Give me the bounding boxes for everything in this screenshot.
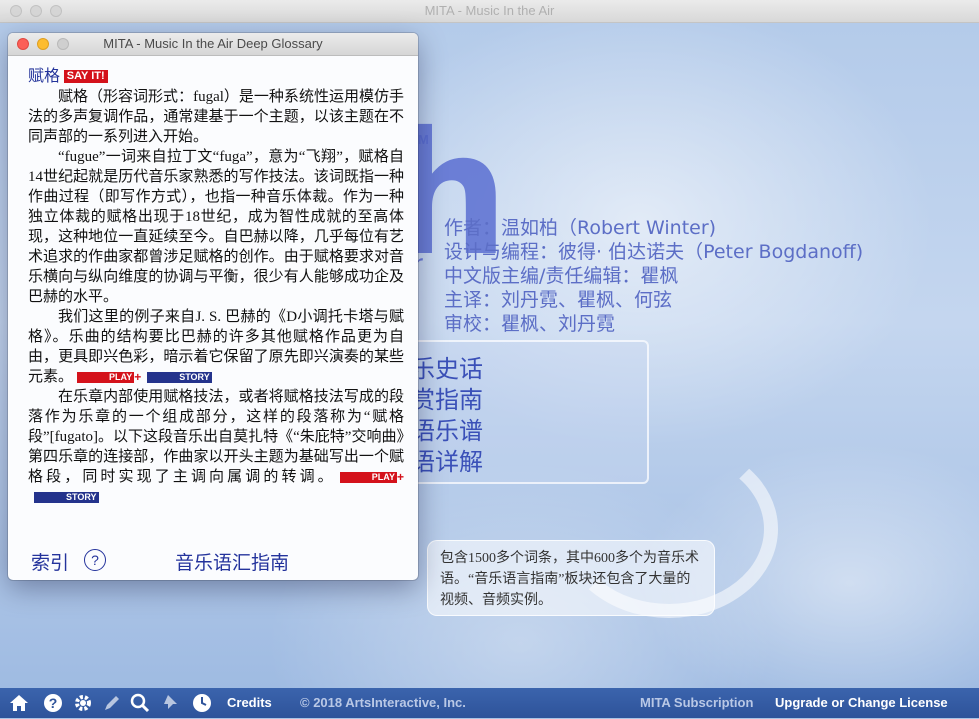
story-button[interactable]: STORY: [34, 492, 99, 503]
play-button[interactable]: PLAY: [77, 372, 135, 383]
menu-item-history[interactable]: 乐史话: [411, 354, 489, 385]
bottom-toolbar: ? Credits © 2018 ArtsInteractive, Inc. M…: [0, 688, 979, 718]
main-window-title: MITA - Music In the Air: [424, 3, 555, 18]
help-button[interactable]: ?: [84, 549, 106, 571]
glossary-minimize-button[interactable]: [37, 38, 49, 50]
music-vocabulary-guide-link[interactable]: 音乐语汇指南: [175, 548, 289, 575]
menu-item-glossary[interactable]: 语详解: [411, 447, 489, 478]
zoom-window-button[interactable]: [50, 5, 62, 17]
glossary-titlebar: MITA - Music In the Air Deep Glossary: [8, 33, 418, 56]
help-icon[interactable]: ?: [42, 692, 64, 714]
minimize-window-button[interactable]: [30, 5, 42, 17]
entry-paragraph: “fugue”一词来自拉丁文“fuga”，意为“飞翔”，赋格自14世纪起就是历代…: [28, 149, 404, 305]
credit-translators: 主译：刘丹霓、瞿枫、何弦: [444, 289, 673, 311]
credit-reviewers: 审校：瞿枫、刘丹霓: [444, 313, 616, 335]
home-icon[interactable]: [8, 692, 30, 714]
close-window-button[interactable]: [10, 5, 22, 17]
index-link[interactable]: 索引: [31, 548, 69, 575]
main-menu: 乐史话 赏指南 语乐谱 语详解: [411, 354, 489, 478]
entry-paragraph: 赋格（形容词形式：fugal）是一种系统性运用模仿手法的多声复调作品，通常建基于…: [28, 89, 404, 145]
pin-icon[interactable]: [160, 692, 182, 714]
clock-icon[interactable]: [191, 692, 213, 714]
credits-link[interactable]: Credits: [227, 688, 272, 718]
copyright-text: © 2018 ArtsInteractive, Inc.: [300, 695, 466, 710]
svg-text:?: ?: [49, 695, 58, 711]
say-it-button[interactable]: SAY IT!: [63, 70, 108, 83]
glossary-close-button[interactable]: [17, 38, 29, 50]
play-plus-icon[interactable]: +: [134, 370, 141, 384]
credit-editor: 中文版主编/责任编辑：瞿枫: [444, 265, 679, 287]
main-window-titlebar: MITA - Music In the Air: [0, 0, 979, 23]
pencil-icon[interactable]: [101, 692, 123, 714]
credits-list: 作者：温如柏（Robert Winter) 设计与编程：彼得· 伯达诺夫（Pet…: [444, 216, 863, 336]
glossary-entry: 赋格 SAY IT! 赋格（形容词形式：fugal）是一种系统性运用模仿手法的多…: [28, 67, 404, 507]
play-plus-icon[interactable]: +: [397, 470, 404, 484]
entry-paragraph: 在乐章内部使用赋格技法，或者将赋格技法写成的段落作为乐章的一个组成部分，这样的段…: [28, 387, 404, 507]
glossary-window: MITA - Music In the Air Deep Glossary 赋格…: [8, 33, 418, 580]
gear-icon[interactable]: [72, 692, 94, 714]
glossary-footer: 索引 ? 音乐语汇指南: [8, 540, 418, 580]
entry-paragraph-text: 在乐章内部使用赋格技法，或者将赋格技法写成的段落作为乐章的一个组成部分，这样的段…: [28, 389, 404, 485]
glossary-zoom-button[interactable]: [57, 38, 69, 50]
story-button[interactable]: STORY: [147, 372, 212, 383]
upgrade-license-link[interactable]: Upgrade or Change License: [775, 688, 948, 718]
glossary-title: MITA - Music In the Air Deep Glossary: [103, 36, 323, 51]
menu-item-listening-guide[interactable]: 赏指南: [411, 385, 489, 416]
credit-design: 设计与编程：彼得· 伯达诺夫（Peter Bogdanoff): [444, 241, 864, 263]
glossary-tooltip: 包含1500多个词条，其中600多个为音乐术语。“音乐语言指南”板块还包含了大量…: [427, 540, 715, 616]
credit-author: 作者：温如柏（Robert Winter): [444, 217, 717, 239]
menu-item-scores[interactable]: 语乐谱: [411, 416, 489, 447]
subscription-link[interactable]: MITA Subscription: [640, 688, 753, 718]
play-button[interactable]: PLAY: [339, 472, 397, 483]
entry-term: 赋格: [28, 68, 61, 85]
search-icon[interactable]: [129, 692, 151, 714]
entry-paragraph: 我们这里的例子来自J. S. 巴赫的《D小调托卡塔与赋格》。乐曲的结构要比巴赫的…: [28, 307, 404, 387]
